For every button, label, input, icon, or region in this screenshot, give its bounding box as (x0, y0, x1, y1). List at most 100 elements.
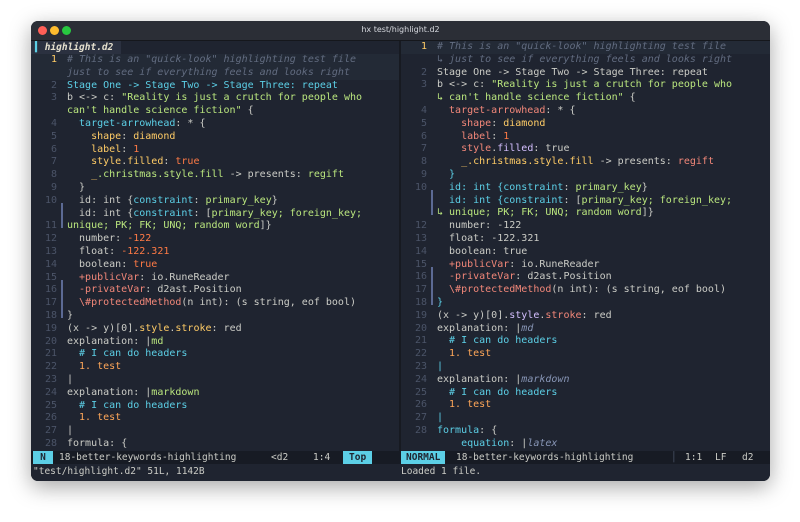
code-line[interactable]: 10 id: int {constraint: primary_key} (31, 194, 399, 216)
code-line[interactable]: 27 | (401, 412, 770, 425)
code-line[interactable]: 9 } (31, 182, 399, 195)
helix-mode-indicator: NORMAL (401, 451, 446, 464)
code-line[interactable]: 9 } (401, 169, 770, 182)
code-line[interactable]: just to see if everything feels and look… (31, 66, 399, 80)
code-line[interactable]: 7 style.filled: true (401, 143, 770, 156)
code-text: float (67, 245, 110, 257)
code-text: : | (509, 437, 528, 449)
code-text: : * { (545, 104, 576, 116)
code-line[interactable]: 24 explanation: |markdown (401, 374, 770, 387)
code-text: : (491, 117, 504, 129)
code-line[interactable]: ↳ just to see if everything feels and lo… (401, 54, 770, 67)
code-line[interactable]: 15 +publicVar: io.RuneReader (401, 258, 770, 280)
code-line[interactable]: 26 1. test (31, 412, 399, 425)
code-line[interactable]: 18} (31, 310, 399, 323)
line-number: 24 (414, 373, 427, 385)
code-line[interactable]: 8 _.christmas.style.fill -> presents: re… (31, 169, 399, 182)
code-string: can't handle science fiction" (67, 105, 242, 117)
code-line[interactable]: 4 target-arrowhead: * { (31, 118, 399, 131)
code-text: (x -> y)[0]. (437, 309, 510, 321)
code-modifier: -privateVar (437, 271, 516, 283)
code-line[interactable]: 28 formula: { (31, 438, 399, 451)
code-line[interactable]: 6 label: 1 (31, 144, 399, 157)
code-line[interactable]: 18} (401, 297, 770, 310)
code-line[interactable]: can't handle science fiction" { (31, 105, 399, 118)
code-line[interactable]: 8 _.christmas.style.fill -> presents: re… (401, 156, 770, 169)
code-text: float (437, 232, 480, 244)
code-line[interactable]: equation: |latex (401, 438, 770, 451)
code-text: id: int { (437, 181, 504, 193)
code-line[interactable]: 28 formula: { (401, 425, 770, 438)
code-text: id: int { (67, 194, 134, 206)
code-line[interactable]: 12 number: -122 (401, 220, 770, 233)
code-line[interactable]: 19 (x -> y)[0].style.stroke: red (401, 310, 770, 323)
code-text: : (121, 130, 134, 142)
line-number: 12 (414, 220, 427, 232)
code-text: explanation (437, 322, 504, 334)
code-line[interactable]: 21 # I can do headers (31, 348, 399, 361)
code-text: : (479, 232, 492, 244)
code-text: formula (437, 424, 480, 436)
code-line[interactable]: 26 1. test (401, 399, 770, 412)
code-comment: # This is an "quick-look" highlighting t… (67, 54, 356, 65)
code-comment: # This is an "quick-look" highlighting t… (437, 41, 726, 52)
code-modifier: +publicVar (437, 258, 510, 270)
file-icon: ▍ (35, 42, 41, 53)
command-line[interactable]: "test/highlight.d2" 51L, 1142B Loaded 1 … (31, 464, 770, 481)
code-line[interactable]: 19 (x -> y)[0].style.stroke: red (31, 323, 399, 336)
code-line[interactable]: 14 boolean: true (401, 246, 770, 259)
code-line[interactable]: 2 Stage One -> Stage Two -> Stage Three: … (31, 80, 399, 93)
code-line[interactable]: 24 explanation: |markdown (31, 387, 399, 400)
code-line[interactable]: 3 b <-> c: "Reality is just a crutch for … (31, 92, 399, 105)
code-line[interactable]: 20 explanation: |md (31, 336, 399, 349)
code-line[interactable]: 25 # I can do headers (31, 400, 399, 413)
code-line[interactable]: 2 Stage One -> Stage Two -> Stage Three: … (401, 67, 770, 80)
code-line[interactable]: 22 1. test (401, 348, 770, 361)
code-line[interactable]: 21 # I can do headers (401, 335, 770, 348)
right-editor-pane[interactable]: 1 # This is an "quick-look" highlighting … (401, 41, 770, 451)
code-line[interactable]: 11 unique; PK; FK; UNQ; random word]} (31, 220, 399, 233)
code-line[interactable]: 7 style.filled: true (31, 156, 399, 169)
code-line[interactable]: id: int {constraint: [primary_key; forei… (31, 208, 399, 229)
code-line[interactable]: 4 target-arrowhead: * { (401, 105, 770, 118)
code-line[interactable]: 1 # This is an "quick-look" highlighting … (401, 41, 770, 54)
cursor-position: 1:4 (313, 452, 331, 463)
code-line[interactable]: 5 shape: diamond (401, 118, 770, 131)
line-number: 25 (44, 399, 57, 411)
code-line[interactable]: 16 -privateVar: d2ast.Position (31, 284, 399, 306)
code-line[interactable]: 13 float: -122.321 (401, 233, 770, 246)
line-number: 8 (50, 169, 57, 181)
code-line[interactable]: 10 id: int {constraint: primary_key} (401, 181, 770, 203)
code-text: : (121, 258, 134, 270)
buffer-tab[interactable]: ▍ highlight.d2 (31, 41, 122, 54)
line-number: 13 (44, 245, 57, 257)
left-editor-pane[interactable]: ▍ highlight.d2 1 # This is an "quick-look"… (31, 41, 399, 451)
code-line[interactable]: 6 label: 1 (401, 131, 770, 144)
code-line[interactable]: 17 \#protectedMethod(n int): (s string, … (401, 284, 770, 305)
git-branch: 18-better-keywords-highlighting (456, 452, 634, 463)
code-line[interactable]: 3 b <-> c: "Reality is just a crutch for … (401, 79, 770, 92)
line-number: 16 (414, 271, 427, 283)
code-text: : (109, 245, 122, 257)
code-line[interactable]: 15 +publicVar: io.RuneReader (31, 272, 399, 293)
code-text: : * { (175, 117, 206, 129)
code-line[interactable]: 22 1. test (31, 361, 399, 374)
code-line[interactable]: 12 number: -122 (31, 233, 399, 246)
code-line[interactable]: 13 float: -122.321 (31, 246, 399, 259)
code-line[interactable]: 14 boolean: true (31, 259, 399, 272)
code-line[interactable]: 23 | (401, 361, 770, 374)
code-text: : | (133, 386, 152, 398)
code-line[interactable]: ↳ can't handle science fiction" { (401, 92, 770, 105)
code-line[interactable]: 27 | (31, 425, 399, 438)
code-line[interactable]: ↳ unique; PK; FK; UNQ; random word]} (401, 207, 770, 220)
code-line[interactable]: 16 -privateVar: d2ast.Position (401, 271, 770, 293)
code-value: diamond (503, 117, 546, 129)
code-line[interactable]: 1 # This is an "quick-look" highlighting … (31, 54, 399, 67)
code-line[interactable]: 23 | (31, 374, 399, 387)
code-line[interactable]: 20 explanation: |md (401, 323, 770, 336)
code-line[interactable]: 5 shape: diamond (31, 131, 399, 144)
code-line[interactable]: id: int {constraint: [primary_key; forei… (401, 195, 770, 216)
code-string: "Reality is just a crutch for people who (121, 92, 363, 104)
code-line[interactable]: 17 \#protectedMethod(n int): (s string, … (31, 297, 399, 318)
code-line[interactable]: 25 # I can do headers (401, 387, 770, 400)
